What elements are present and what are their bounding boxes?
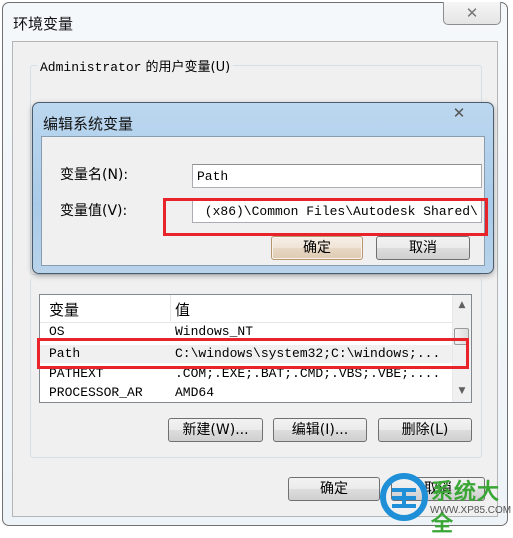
scroll-down-arrow-icon[interactable]: ▼ xyxy=(453,383,471,400)
scroll-thumb[interactable] xyxy=(454,328,469,345)
user-variables-label: Administrator 的用户变量(U) xyxy=(37,56,234,75)
window-title: 环境变量 xyxy=(13,15,74,33)
edit-variable-button[interactable]: 编辑(I)... xyxy=(273,418,367,442)
footer-ok-button[interactable]: 确定 xyxy=(288,477,380,501)
variable-name-input[interactable] xyxy=(192,164,482,188)
column-header-variable[interactable]: 变量 xyxy=(49,299,79,320)
new-variable-button[interactable]: 新建(W)... xyxy=(168,418,263,442)
variable-value-input[interactable] xyxy=(192,199,482,223)
dialog-title: 编辑系统变量 xyxy=(43,115,134,133)
dialog-close-button[interactable]: ✕ xyxy=(445,103,473,123)
watermark-url: WWW.XP85.COM xyxy=(430,505,512,516)
dialog-ok-button[interactable]: 确定 xyxy=(271,236,363,260)
list-row-path[interactable]: Path C:\windows\system32;C:\windows;... xyxy=(40,345,453,363)
variable-name-label: 变量名(N): xyxy=(60,167,129,183)
dialog-client-area: 变量名(N): 变量值(V): 确定 取消 xyxy=(41,136,485,266)
list-scrollbar[interactable]: ▲ ▼ xyxy=(452,295,471,402)
edit-system-variable-dialog: 编辑系统变量 ✕ 变量名(N): 变量值(V): 确定 取消 xyxy=(32,102,494,274)
column-divider[interactable] xyxy=(170,295,171,321)
list-row-processor[interactable]: PROCESSOR_AR AMD64 xyxy=(40,384,453,402)
delete-variable-button[interactable]: 删除(L) xyxy=(378,418,472,442)
column-header-value[interactable]: 值 xyxy=(175,299,190,320)
close-icon: ✕ xyxy=(452,104,466,122)
list-header: 变量 值 xyxy=(40,295,453,323)
list-row-pathext[interactable]: PATHEXT .COM;.EXE;.BAT;.CMD;.VBS;.VBE;..… xyxy=(40,365,453,383)
scroll-up-arrow-icon[interactable]: ▲ xyxy=(453,297,471,314)
list-row-os[interactable]: OS Windows_NT xyxy=(40,323,453,341)
dialog-cancel-button[interactable]: 取消 xyxy=(376,236,470,260)
system-variables-list[interactable]: 变量 值 OS Windows_NT Path C:\windows\syste… xyxy=(39,294,472,403)
close-icon: ✕ xyxy=(465,4,479,22)
watermark-logo-icon xyxy=(380,473,428,521)
variable-value-label: 变量值(V): xyxy=(60,203,128,219)
close-button[interactable]: ✕ xyxy=(443,2,501,25)
